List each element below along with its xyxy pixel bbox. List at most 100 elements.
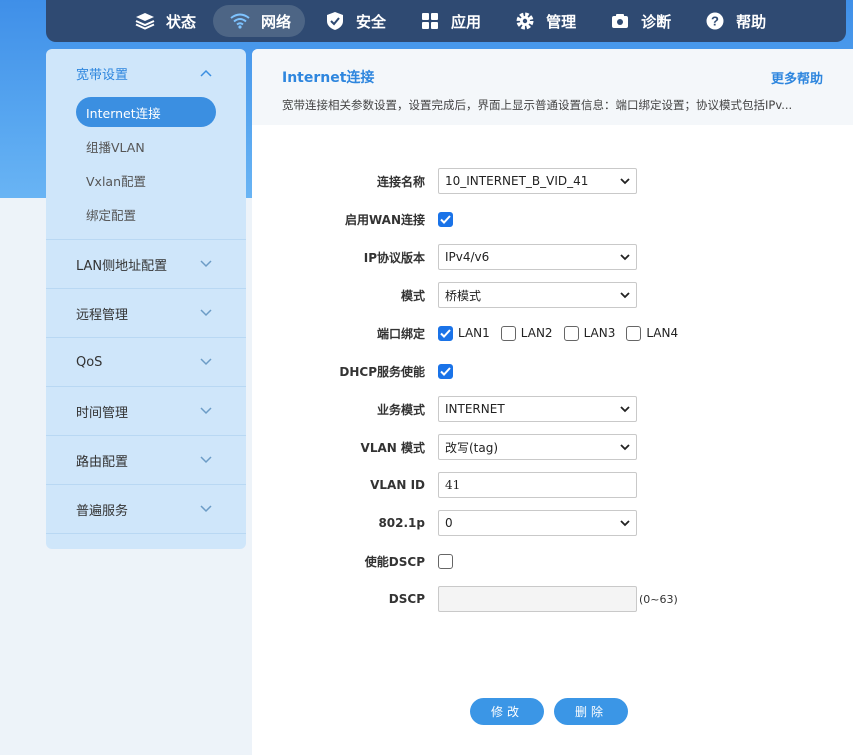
chevron-down-icon [620,443,630,450]
sidebar-group-time[interactable]: 时间管理 [46,387,246,436]
nav-security-label: 安全 [356,12,387,31]
vlan-mode-label: VLAN 模式 [360,440,425,455]
lan1-checkbox[interactable] [438,325,453,341]
sidebar-group-route[interactable]: 路由配置 [46,436,246,485]
service-mode-select[interactable]: INTERNET [438,396,637,422]
grid-icon [419,11,441,31]
nav-network-label: 网络 [261,12,292,31]
chevron-down-icon [620,519,630,526]
nav-status-label: 状态 [166,12,197,31]
select-value: 0 [445,516,453,530]
camera-icon [609,11,631,31]
dscp-range-hint: (0~63) [639,592,678,606]
chevron-down-icon [200,456,212,464]
chevron-down-icon [620,253,630,260]
vlan-id-label: VLAN ID [370,478,425,492]
shield-icon [324,11,346,31]
sidebar-group-label: 宽带设置 [76,67,129,83]
vlan-mode-select[interactable]: 改写(tag) [438,434,637,460]
page-title: Internet连接 [282,70,375,86]
lan4-label: LAN4 [646,326,679,340]
p8021-label: 802.1p [378,516,425,530]
sidebar: 宽带设置 Internet连接 组播VLAN Vxlan配置 绑定配置 LAN侧… [46,49,246,549]
sidebar-item-label: 组播VLAN [86,139,145,155]
wifi-icon [229,11,251,31]
nav-status[interactable]: 状态 [118,5,210,37]
select-value: IPv4/v6 [445,250,490,264]
sidebar-group-remote[interactable]: 远程管理 [46,289,246,338]
sidebar-item-multicast-vlan[interactable]: 组播VLAN [76,131,216,161]
sidebar-group-label: 路由配置 [76,454,129,470]
service-mode-label: 业务模式 [376,402,425,417]
more-help-link[interactable]: 更多帮助 [771,68,823,87]
nav-help-label: 帮助 [736,12,767,31]
port-bind-label: 端口绑定 [376,326,425,341]
page-description: 宽带连接相关参数设置，设置完成后，界面上显示普通设置信息：端口绑定设置；协议模式… [282,98,793,112]
sidebar-submenu: Internet连接 组播VLAN Vxlan配置 绑定配置 [46,97,246,240]
dscp-enable-checkbox[interactable] [438,553,453,569]
nav-network[interactable]: 网络 [213,5,306,37]
sidebar-group-universal[interactable]: 普遍服务 [46,485,246,534]
check-icon [440,328,451,338]
lan2-checkbox[interactable] [500,325,516,341]
check-icon [440,214,451,224]
lan2-label: LAN2 [520,326,553,340]
conn-name-label: 连接名称 [376,174,425,189]
dhcp-label: DHCP服务使能 [339,364,425,379]
help-icon: ? [704,11,726,31]
dscp-enable-label: 使能DSCP [364,554,425,569]
chevron-up-icon [200,69,212,77]
sidebar-item-binding[interactable]: 绑定配置 [76,199,216,229]
sidebar-item-label: Internet连接 [86,105,161,121]
nav-diagnosis[interactable]: 诊断 [593,5,685,37]
layers-icon [134,11,156,31]
p8021-select[interactable]: 0 [438,510,637,536]
sidebar-group-label: QoS [76,354,103,370]
sidebar-item-label: 绑定配置 [86,207,137,223]
sidebar-group-label: LAN侧地址配置 [76,258,168,274]
dhcp-checkbox[interactable] [438,363,453,379]
mode-select[interactable]: 桥模式 [438,282,637,308]
nav-management-label: 管理 [546,12,577,31]
nav-security[interactable]: 安全 [308,5,400,37]
nav-apps-label: 应用 [451,12,482,31]
select-value: 桥模式 [445,288,482,303]
gear-icon [514,11,536,31]
nav-apps[interactable]: 应用 [403,5,495,37]
sidebar-group-broadband[interactable]: 宽带设置 [46,49,246,97]
svg-text:?: ? [711,14,719,29]
select-value: 10_INTERNET_B_VID_41 [445,174,589,188]
select-value: INTERNET [445,402,505,416]
lan3-label: LAN3 [583,326,616,340]
chevron-down-icon [200,260,212,268]
main-panel: Internet连接 更多帮助 宽带连接相关参数设置，设置完成后，界面上显示普通… [252,49,853,755]
sidebar-item-vxlan[interactable]: Vxlan配置 [76,165,216,195]
sidebar-item-label: Vxlan配置 [86,173,147,189]
mode-label: 模式 [400,288,425,303]
delete-button[interactable]: 删除 [554,698,628,725]
lan3-checkbox[interactable] [563,325,579,341]
nav-management[interactable]: 管理 [498,5,590,37]
conn-name-select[interactable]: 10_INTERNET_B_VID_41 [438,168,637,194]
sidebar-item-internet[interactable]: Internet连接 [76,97,216,127]
chevron-down-icon [620,177,630,184]
sidebar-group-label: 远程管理 [76,307,129,323]
wan-enable-label: 启用WAN连接 [344,212,425,227]
vlan-id-input[interactable]: 41 [438,472,637,498]
ip-proto-select[interactable]: IPv4/v6 [438,244,637,270]
dscp-input[interactable] [438,586,637,612]
modify-button[interactable]: 修改 [470,698,544,725]
sidebar-group-lan[interactable]: LAN侧地址配置 [46,240,246,289]
wan-enable-checkbox[interactable] [438,211,453,227]
sidebar-group-label: 时间管理 [76,405,129,421]
sidebar-group-qos[interactable]: QoS [46,338,246,387]
form-actions: 修改 删除 [470,698,638,725]
chevron-down-icon [200,505,212,513]
nav-help[interactable]: ? 帮助 [688,5,780,37]
lan4-checkbox[interactable] [626,325,642,341]
ip-proto-label: IP协议版本 [363,250,425,265]
lan1-label: LAN1 [458,326,490,340]
top-navigation: 状态 网络 安全 应用 管理 诊断 ? 帮助 [46,0,846,42]
chevron-down-icon [200,407,212,415]
nav-diagnosis-label: 诊断 [641,12,672,31]
